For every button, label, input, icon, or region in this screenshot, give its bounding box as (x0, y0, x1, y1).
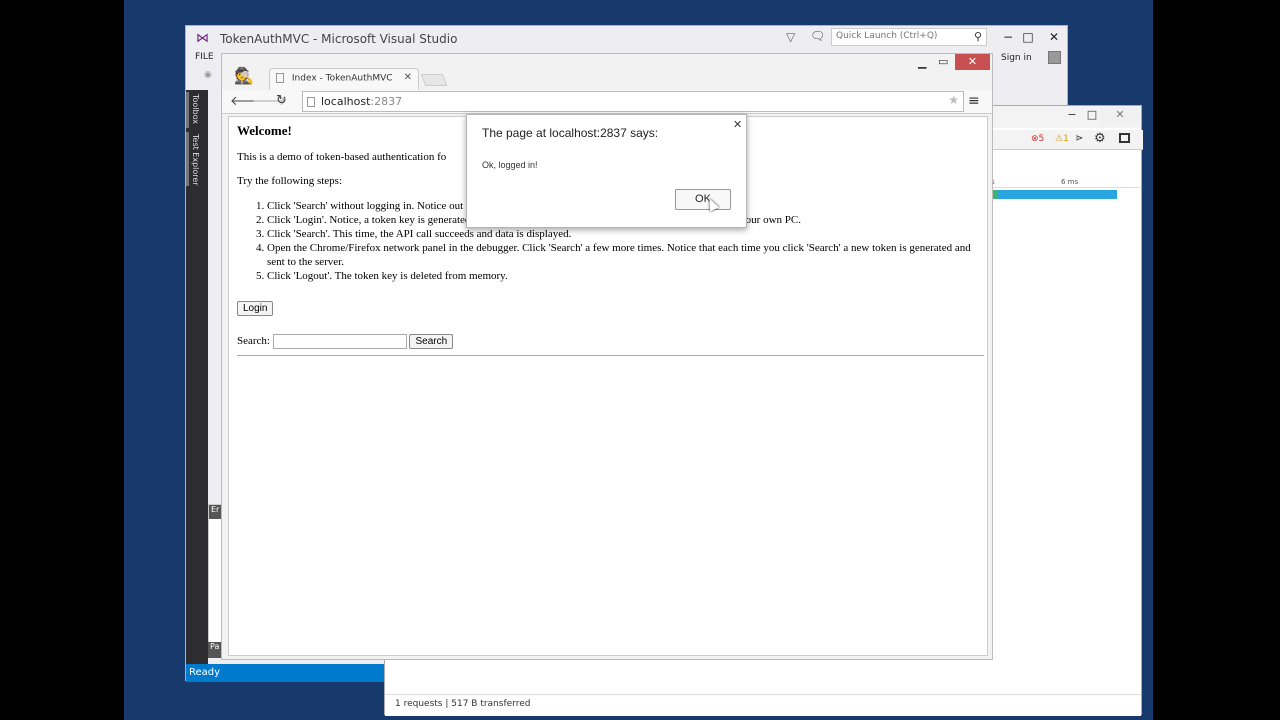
execute-icon[interactable]: ⋗ (1075, 133, 1083, 144)
notifications-filter-icon[interactable]: ▽ (786, 30, 795, 44)
timeline-bar (991, 190, 1117, 199)
dialog-message: Ok, logged in! (482, 160, 538, 170)
search-input[interactable] (272, 334, 407, 349)
devtools-close-button[interactable]: ✕ (1101, 108, 1139, 124)
menu-file[interactable]: FILE (195, 52, 214, 62)
search-row: Search: Search (237, 334, 979, 350)
error-count[interactable]: ⊗5 (1031, 134, 1044, 144)
chrome-maximize-button[interactable]: ▭ (938, 55, 948, 68)
new-tab-button[interactable] (420, 74, 448, 86)
toolbar-back-icon[interactable]: ◉ (204, 70, 212, 80)
error-list-panel: Er (208, 504, 222, 654)
search-label: Search: (237, 335, 270, 348)
test-explorer-tab-indicator (186, 132, 189, 186)
toolbox-tab-indicator (186, 92, 189, 128)
ruler-label: 6 ms (1061, 178, 1079, 186)
vs-side-panel: Toolbox Test Explorer (186, 90, 208, 668)
url-host: localhost (321, 95, 371, 108)
vs-minimize-button[interactable]: − (1000, 30, 1016, 44)
vs-window-title: TokenAuthMVC - Microsoft Visual Studio (220, 32, 458, 46)
bookmark-star-icon[interactable]: ★ (948, 93, 959, 107)
close-tab-icon[interactable]: ✕ (404, 72, 412, 83)
desktop: ⋈ TokenAuthMVC - Microsoft Visual Studio… (124, 0, 1153, 720)
search-icon: ⚲ (973, 30, 982, 43)
network-summary: 1 requests | 517 B transferred (385, 694, 1141, 716)
vs-maximize-button[interactable]: □ (1020, 30, 1036, 44)
list-item: Click 'Search'. This time, the API call … (267, 227, 979, 241)
sign-in-link[interactable]: Sign in (1001, 53, 1032, 63)
toolbox-tab[interactable]: Toolbox (191, 94, 200, 124)
list-item: Click 'Logout'. The token key is deleted… (267, 269, 979, 283)
vs-close-button[interactable]: ✕ (1046, 30, 1062, 44)
tab-title: Index - TokenAuthMVC (291, 73, 393, 84)
login-button[interactable]: Login (237, 301, 274, 316)
timeline-ruler: s 6 ms (991, 178, 1141, 188)
account-avatar-icon[interactable] (1048, 51, 1061, 64)
feedback-icon[interactable]: 🗨 (810, 29, 825, 43)
page-icon (276, 73, 284, 83)
browser-tab[interactable]: Index - TokenAuthMVC ✕ (269, 68, 419, 90)
chrome-minimize-button[interactable]: ▁ (918, 56, 926, 69)
vs-status-bar: Ready (186, 664, 386, 682)
chrome-menu-icon[interactable]: ≡ (968, 93, 980, 109)
quick-launch-placeholder: Quick Launch (Ctrl+Q) (836, 31, 938, 41)
address-bar[interactable]: localhost:2837 ★ (302, 91, 964, 112)
warning-count-value: 1 (1063, 134, 1069, 144)
warning-count[interactable]: ⚠1 (1055, 134, 1069, 144)
test-explorer-tab[interactable]: Test Explorer (191, 134, 200, 186)
dialog-close-icon[interactable]: ✕ (733, 118, 742, 131)
devtools-toolbar: ⊗5 ⚠1 ⋗ ⚙ (991, 130, 1143, 150)
page-info-icon[interactable] (307, 97, 315, 107)
dialog-title: The page at localhost:2837 says: (482, 126, 659, 140)
alert-dialog: The page at localhost:2837 says: ✕ Ok, l… (466, 114, 747, 228)
visual-studio-logo-icon: ⋈ (196, 31, 209, 46)
status-text: Ready (189, 667, 221, 678)
url-port: :2837 (370, 95, 403, 108)
devtools-minimize-button[interactable]: − (1063, 108, 1081, 121)
error-count-value: 5 (1038, 134, 1045, 144)
dock-icon[interactable] (1119, 133, 1130, 143)
divider (237, 355, 984, 357)
chrome-close-button[interactable]: ✕ (955, 54, 990, 70)
search-button[interactable]: Search (409, 334, 454, 350)
gear-icon[interactable]: ⚙ (1094, 131, 1106, 146)
package-panel-tab[interactable]: Pa (208, 642, 222, 658)
devtools-maximize-button[interactable]: □ (1083, 108, 1101, 121)
quick-launch-input[interactable]: Quick Launch (Ctrl+Q) ⚲ (831, 28, 987, 46)
vs-title-bar: ⋈ TokenAuthMVC - Microsoft Visual Studio… (186, 26, 1067, 52)
reload-icon[interactable]: ↻ (276, 93, 287, 108)
incognito-icon: 🕵 (234, 66, 254, 85)
ok-button[interactable]: OK (675, 189, 731, 210)
navigation-bar: 🡐 🡒 ↻ localhost:2837 ★ ≡ (222, 90, 992, 114)
list-item: Open the Chrome/Firefox network panel in… (267, 241, 979, 269)
error-list-header[interactable]: Er (209, 505, 221, 519)
